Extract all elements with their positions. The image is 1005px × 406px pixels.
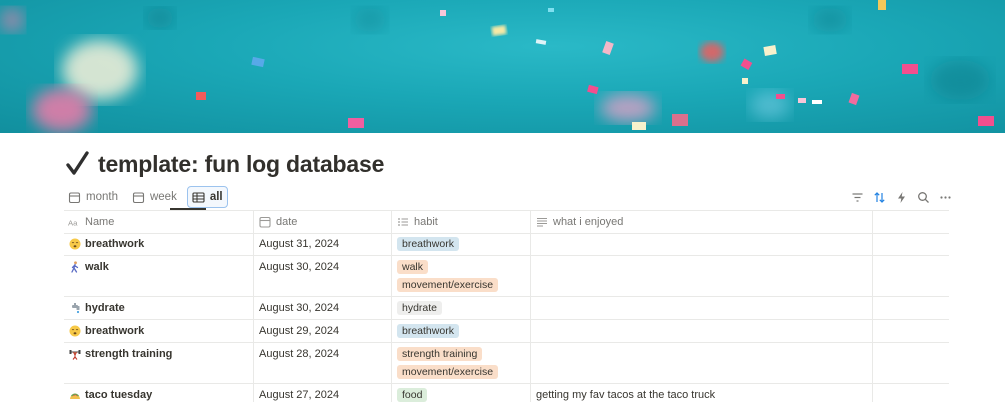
automation-bolt-icon <box>897 191 905 203</box>
person-walking-icon <box>71 261 79 273</box>
more-button[interactable] <box>934 188 956 206</box>
tab-all-label: all <box>209 191 223 203</box>
tab-week-label: week <box>149 191 177 203</box>
calendar-icon <box>68 191 81 203</box>
row-date: August 28, 2024 <box>259 348 340 360</box>
habit-tag[interactable]: breathwork <box>397 237 459 251</box>
column-header-label: what i enjoyed <box>553 215 624 228</box>
table-row-name[interactable]: strength training <box>69 343 172 365</box>
svg-text:Aa: Aa <box>68 218 78 227</box>
filter-button[interactable] <box>846 188 868 206</box>
tab-month-label: month <box>86 191 118 203</box>
sort-button[interactable] <box>868 188 890 206</box>
row-name: breathwork <box>85 238 145 250</box>
view-tabs: month week all <box>64 186 234 208</box>
database-toolbar <box>846 188 956 206</box>
row-name: walk <box>85 261 109 273</box>
habit-tag[interactable]: movement/exercise <box>397 365 499 379</box>
calendar-icon <box>132 191 145 203</box>
check-mark-icon[interactable] <box>66 151 90 177</box>
search-icon <box>917 191 929 203</box>
column-header-label: habit <box>414 215 438 228</box>
calendar-icon <box>259 216 271 228</box>
row-divider <box>64 342 949 343</box>
column-header-label: date <box>276 215 298 228</box>
relieved-face-icon <box>69 325 81 337</box>
habit-tag[interactable]: movement/exercise <box>397 278 499 292</box>
multi-select-list-icon <box>398 217 408 226</box>
row-date: August 27, 2024 <box>259 389 340 401</box>
table-row-name[interactable]: breathwork <box>69 233 144 255</box>
row-what-i-enjoyed[interactable]: getting my fav tacos at the taco truck <box>536 384 715 406</box>
header-bottom-border <box>64 233 949 234</box>
row-date: August 30, 2024 <box>259 302 340 314</box>
text-aa-icon: Aa <box>68 218 78 227</box>
column-header-habit[interactable]: habit <box>397 210 438 233</box>
row-date: August 31, 2024 <box>259 238 340 250</box>
column-header-label: Name <box>85 215 115 228</box>
page-title-row: template: fun log database <box>66 148 384 180</box>
row-date: August 29, 2024 <box>259 325 340 337</box>
row-date: August 30, 2024 <box>259 261 340 273</box>
table-top-border <box>64 210 949 211</box>
relieved-face-icon <box>69 238 81 250</box>
cover-image[interactable] <box>0 0 1005 133</box>
table-row-name[interactable]: breathwork <box>69 320 144 342</box>
taco-icon <box>70 393 80 399</box>
more-icon <box>939 195 951 199</box>
table-row-name[interactable]: walk <box>69 256 109 278</box>
habit-tag[interactable]: food <box>397 388 428 402</box>
text-lines-icon <box>537 217 547 226</box>
row-divider <box>64 296 949 297</box>
column-header-date[interactable]: date <box>259 210 297 233</box>
row-divider <box>64 319 949 320</box>
habit-tag[interactable]: walk <box>397 260 429 274</box>
page-title[interactable]: template: fun log database <box>98 151 384 178</box>
habit-tag[interactable]: hydrate <box>397 301 443 315</box>
confetti-graphic <box>0 0 994 132</box>
filter-icon <box>852 192 862 202</box>
row-name: hydrate <box>85 302 125 314</box>
water-tap-icon <box>72 303 80 314</box>
table-row-name[interactable]: hydrate <box>69 297 125 319</box>
search-button[interactable] <box>912 188 934 206</box>
row-divider <box>64 255 949 256</box>
sort-icon <box>873 191 885 203</box>
column-divider <box>872 210 873 402</box>
table-row-name[interactable]: taco tuesday <box>69 384 152 406</box>
column-header-name[interactable]: Aa Name <box>68 210 114 233</box>
row-name: taco tuesday <box>85 389 153 401</box>
habit-tag[interactable]: breathwork <box>397 324 459 338</box>
row-divider <box>64 383 949 384</box>
column-header-what-i-enjoyed[interactable]: what i enjoyed <box>536 210 623 233</box>
table-icon <box>192 191 205 203</box>
weight-lifter-icon <box>69 350 81 360</box>
tab-week[interactable]: week <box>128 187 181 207</box>
automation-button[interactable] <box>890 188 912 206</box>
column-divider <box>253 210 254 402</box>
tab-month[interactable]: month <box>64 187 122 207</box>
column-divider <box>530 210 531 402</box>
row-name: strength training <box>85 348 173 360</box>
habit-tag[interactable]: strength training <box>397 347 483 361</box>
tab-all[interactable]: all <box>186 186 228 208</box>
row-name: breathwork <box>85 325 145 337</box>
column-divider <box>391 210 392 402</box>
